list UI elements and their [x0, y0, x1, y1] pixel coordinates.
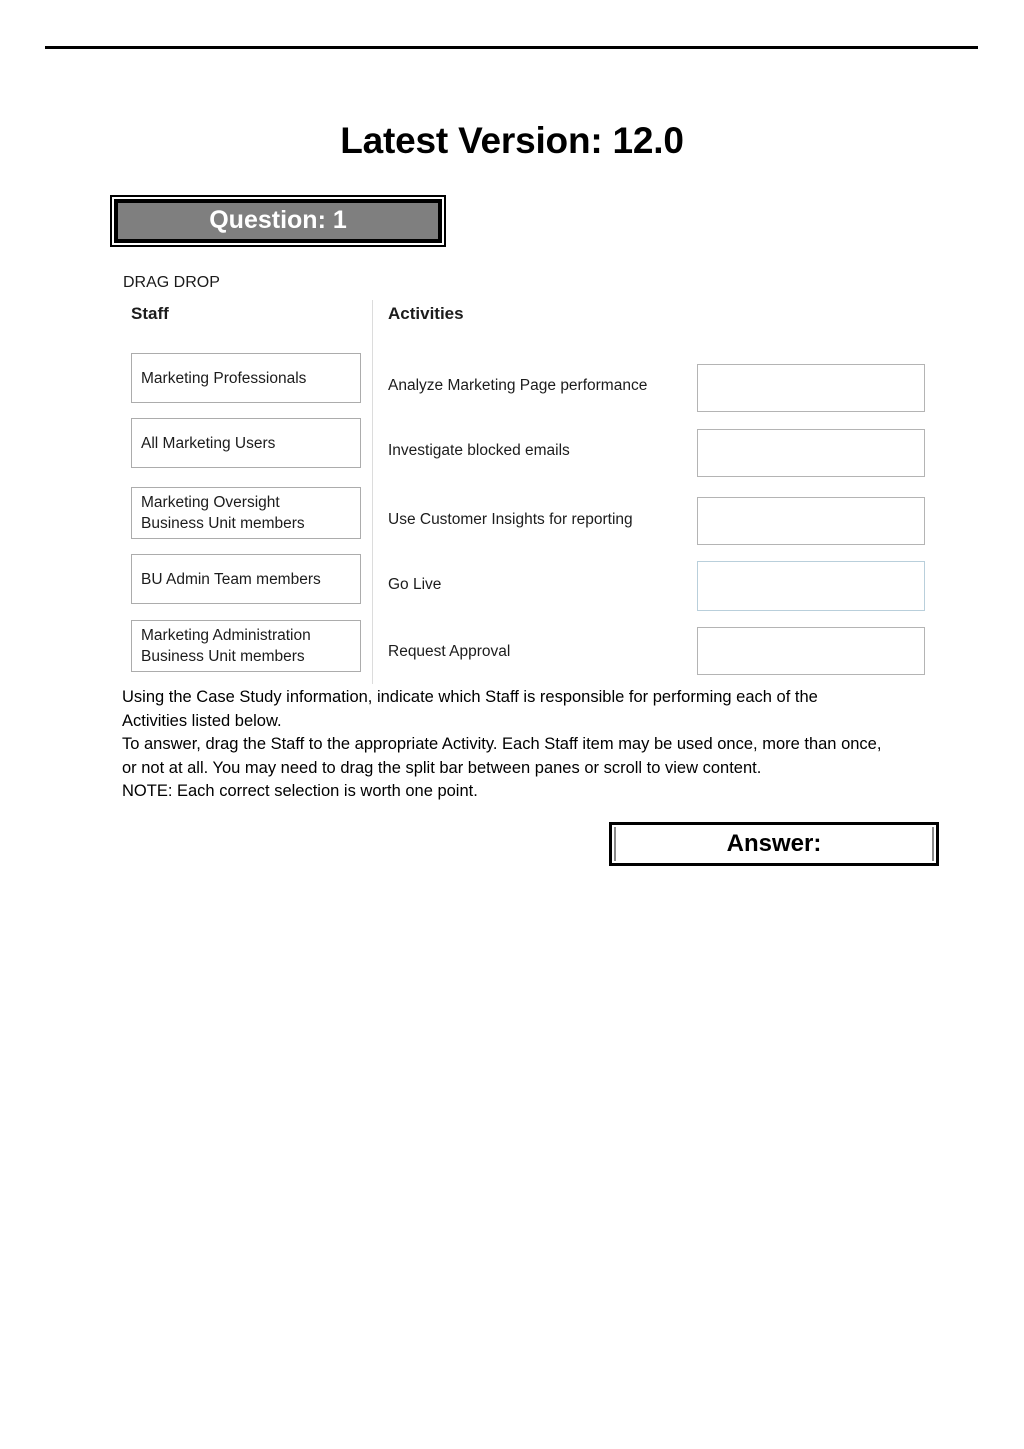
instruction-line: Using the Case Study information, indica…	[122, 688, 818, 706]
answer-drop-box[interactable]	[697, 497, 925, 545]
question-banner: Question: 1	[110, 195, 446, 247]
activity-label: Request Approval	[388, 643, 511, 660]
answer-box-inner: Answer:	[614, 827, 934, 861]
activities-column-header: Activities	[388, 304, 464, 323]
question-instructions: Using the Case Study information, indica…	[122, 686, 946, 804]
activity-label: Analyze Marketing Page performance	[388, 377, 648, 394]
question-type-label: DRAG DROP	[123, 274, 220, 291]
staff-chip[interactable]: Marketing Administration Business Unit me…	[131, 620, 361, 672]
answer-drop-box[interactable]	[697, 561, 925, 611]
staff-chip[interactable]: Marketing Professionals	[131, 353, 361, 403]
staff-chip[interactable]: BU Admin Team members	[131, 554, 361, 604]
answer-label: Answer:	[726, 830, 822, 857]
answer-drop-box[interactable]	[697, 627, 925, 675]
page-top-rule	[45, 46, 978, 49]
staff-chip[interactable]: All Marketing Users	[131, 418, 361, 468]
answer-drop-box[interactable]	[697, 364, 925, 412]
answer-drop-box[interactable]	[697, 429, 925, 477]
question-number-label: Question: 1	[209, 205, 347, 234]
activity-label: Investigate blocked emails	[388, 442, 570, 459]
instruction-line: To answer, drag the Staff to the appropr…	[122, 735, 882, 753]
question-banner-inner: Question: 1	[114, 199, 442, 243]
answer-box: Answer:	[609, 822, 939, 866]
page-title: Latest Version: 12.0	[340, 120, 684, 161]
drag-drop-exhibit: Staff Activities Marketing Professionals…	[123, 300, 935, 684]
instruction-note: NOTE: Each correct selection is worth on…	[122, 782, 478, 800]
activity-label: Use Customer Insights for reporting	[388, 511, 633, 528]
instruction-line: or not at all. You may need to drag the …	[122, 758, 762, 777]
staff-chip[interactable]: Marketing Oversight Business Unit members	[131, 487, 361, 539]
column-divider[interactable]	[372, 300, 373, 684]
staff-column-header: Staff	[131, 304, 169, 323]
activity-label: Go Live	[388, 576, 442, 593]
instruction-line: Activities listed below.	[122, 711, 282, 730]
